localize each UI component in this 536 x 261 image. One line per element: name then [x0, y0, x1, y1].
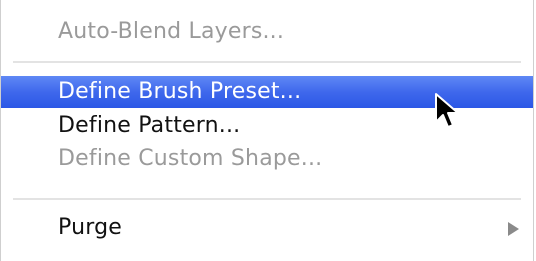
menu-separator [13, 198, 521, 200]
menu-item-auto-blend-layers[interactable]: Auto-Blend Layers... [1, 16, 533, 48]
menu-separator [13, 61, 521, 63]
menu-item-purge[interactable]: Purge [1, 212, 533, 244]
submenu-arrow-icon [508, 222, 519, 236]
edit-context-menu: Auto-Blend Layers... Define Brush Preset… [0, 0, 534, 261]
menu-item-define-custom-shape[interactable]: Define Custom Shape... [1, 143, 533, 175]
mouse-pointer-icon [435, 93, 459, 128]
menu-item-purge-label: Purge [58, 215, 122, 240]
